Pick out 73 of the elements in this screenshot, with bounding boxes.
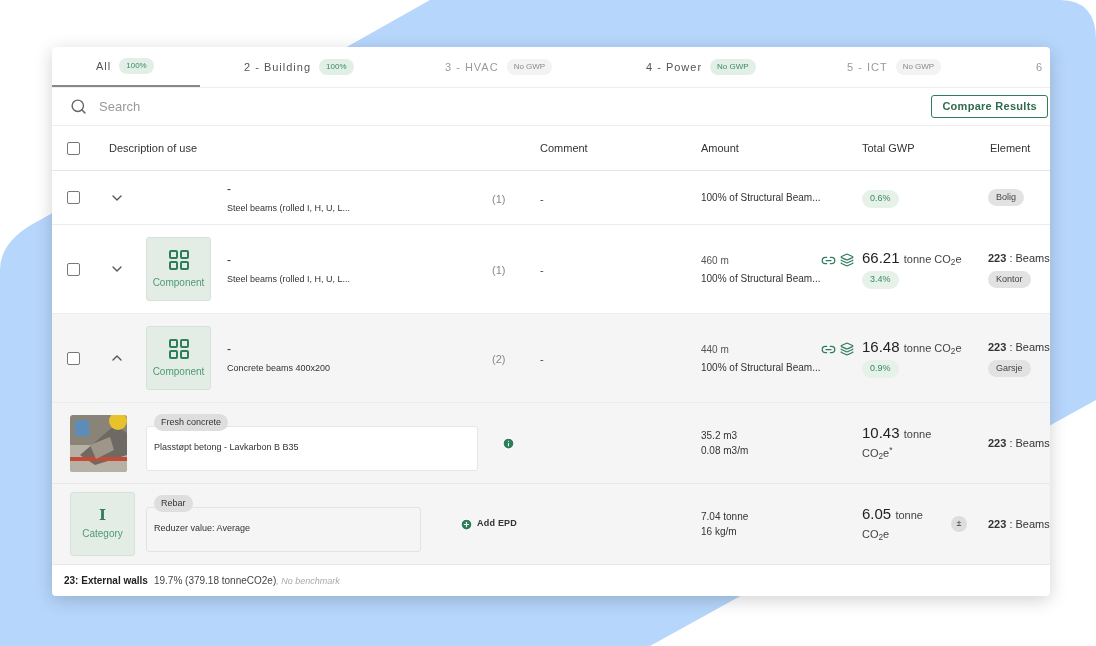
row-title: -	[227, 252, 232, 270]
amount-note: 0.08 m3/m	[701, 444, 750, 458]
category-icon: I	[99, 507, 106, 523]
tab[interactable]: 2 - Building 100%	[200, 47, 401, 87]
row-title: -	[227, 180, 232, 198]
checkbox[interactable]	[67, 141, 80, 155]
amount-note: 100% of Structural Beam...	[701, 271, 822, 286]
tab-badge: No GWP	[895, 59, 942, 75]
row-comment: -	[540, 353, 544, 365]
column-header: Element	[990, 140, 1032, 156]
amount-note: 100% of Structural Beam...	[701, 360, 822, 375]
row-comment: -	[540, 264, 544, 276]
gwp-value: 10.43 tonne CO$_{2}$e$^{*}$	[862, 424, 933, 462]
add-epd-button[interactable]: Add EPD	[460, 517, 518, 531]
row-count: (2)	[492, 353, 506, 365]
grid-icon	[166, 337, 191, 361]
material-field[interactable]: Plasstøpt betong - Lavkarbon B B35	[146, 425, 478, 471]
row-count: (1)	[492, 192, 506, 205]
checkbox[interactable]	[67, 191, 80, 204]
element-code: 223 : Beams	[988, 516, 1050, 532]
share-badge: 3.4%	[862, 271, 899, 289]
amount-note: 100% of Structural Beam...	[701, 191, 822, 205]
layers-icon[interactable]	[840, 252, 854, 267]
range-button[interactable]: ±	[951, 516, 967, 532]
amount-note: 16 kg/m	[701, 525, 738, 539]
tile-label: Component	[152, 276, 205, 290]
gwp-value: 6.05 tonne CO$_{2}$e	[862, 505, 924, 543]
checkbox[interactable]	[67, 351, 80, 365]
tab-badge: No GWP	[506, 59, 553, 75]
share-badge: 0.9%	[862, 360, 899, 378]
row-comment: -	[540, 192, 544, 205]
footer-summary: 19.7% (379.18 tonneCO2e), No benchmark	[153, 573, 340, 588]
column-header: Comment	[540, 140, 589, 156]
tab[interactable]: All 100%	[52, 47, 200, 87]
tab-badge: 100%	[319, 59, 354, 75]
column-header: Amount	[701, 140, 740, 156]
search-icon	[70, 98, 87, 115]
material-tag: Rebar	[154, 494, 193, 512]
amount-value: 7.04 tonne	[701, 510, 750, 524]
element-code: 223 : Beams	[988, 251, 1050, 266]
compare-results-button[interactable]: Compare Results	[931, 95, 1048, 118]
row-description: Steel beams (rolled I, H, U, L...	[227, 201, 352, 215]
search-field[interactable]: Search	[99, 96, 932, 117]
element-tag: Kontor	[988, 270, 1031, 288]
amount-value: 35.2 m3	[701, 429, 739, 443]
amount-value: 460 m	[701, 253, 729, 268]
tab[interactable]: 4 - Power No GWP	[602, 47, 803, 87]
column-header: Total GWP	[862, 140, 916, 156]
footer-group: 23: External walls	[64, 573, 148, 588]
plus-icon	[460, 517, 473, 531]
row-description: Concrete beams 400x200	[227, 362, 332, 376]
share-badge: 0.6%	[862, 190, 899, 208]
tile-label: Component	[152, 365, 205, 379]
gwp-value: 66.21 tonne CO$_{2}$e	[862, 249, 962, 269]
tile-label: Category	[82, 526, 123, 541]
element-tag: Garsje	[988, 359, 1031, 377]
tab-badge: 100%	[119, 58, 154, 74]
gwp-value: 16.48 tonne CO$_{2}$e	[862, 338, 962, 358]
checkbox[interactable]	[67, 262, 80, 276]
material-tag: Fresh concrete	[154, 413, 229, 431]
layers-icon[interactable]	[840, 341, 854, 356]
grid-icon	[166, 248, 191, 272]
row-title: -	[227, 341, 232, 359]
row-count: (1)	[492, 264, 506, 276]
element-tag: Bolig	[988, 188, 1024, 207]
column-header: Description of use	[109, 140, 199, 156]
row-description: Steel beams (rolled I, H, U, L...	[227, 273, 352, 287]
tab-badge: No GWP	[710, 59, 756, 75]
element-code: 223 : Beams	[988, 340, 1050, 355]
material-field[interactable]: Reduzer value: Average	[146, 506, 421, 552]
amount-value: 440 m	[701, 342, 729, 357]
info-icon[interactable]	[502, 436, 515, 450]
element-code: 223 : Beams	[988, 435, 1050, 451]
